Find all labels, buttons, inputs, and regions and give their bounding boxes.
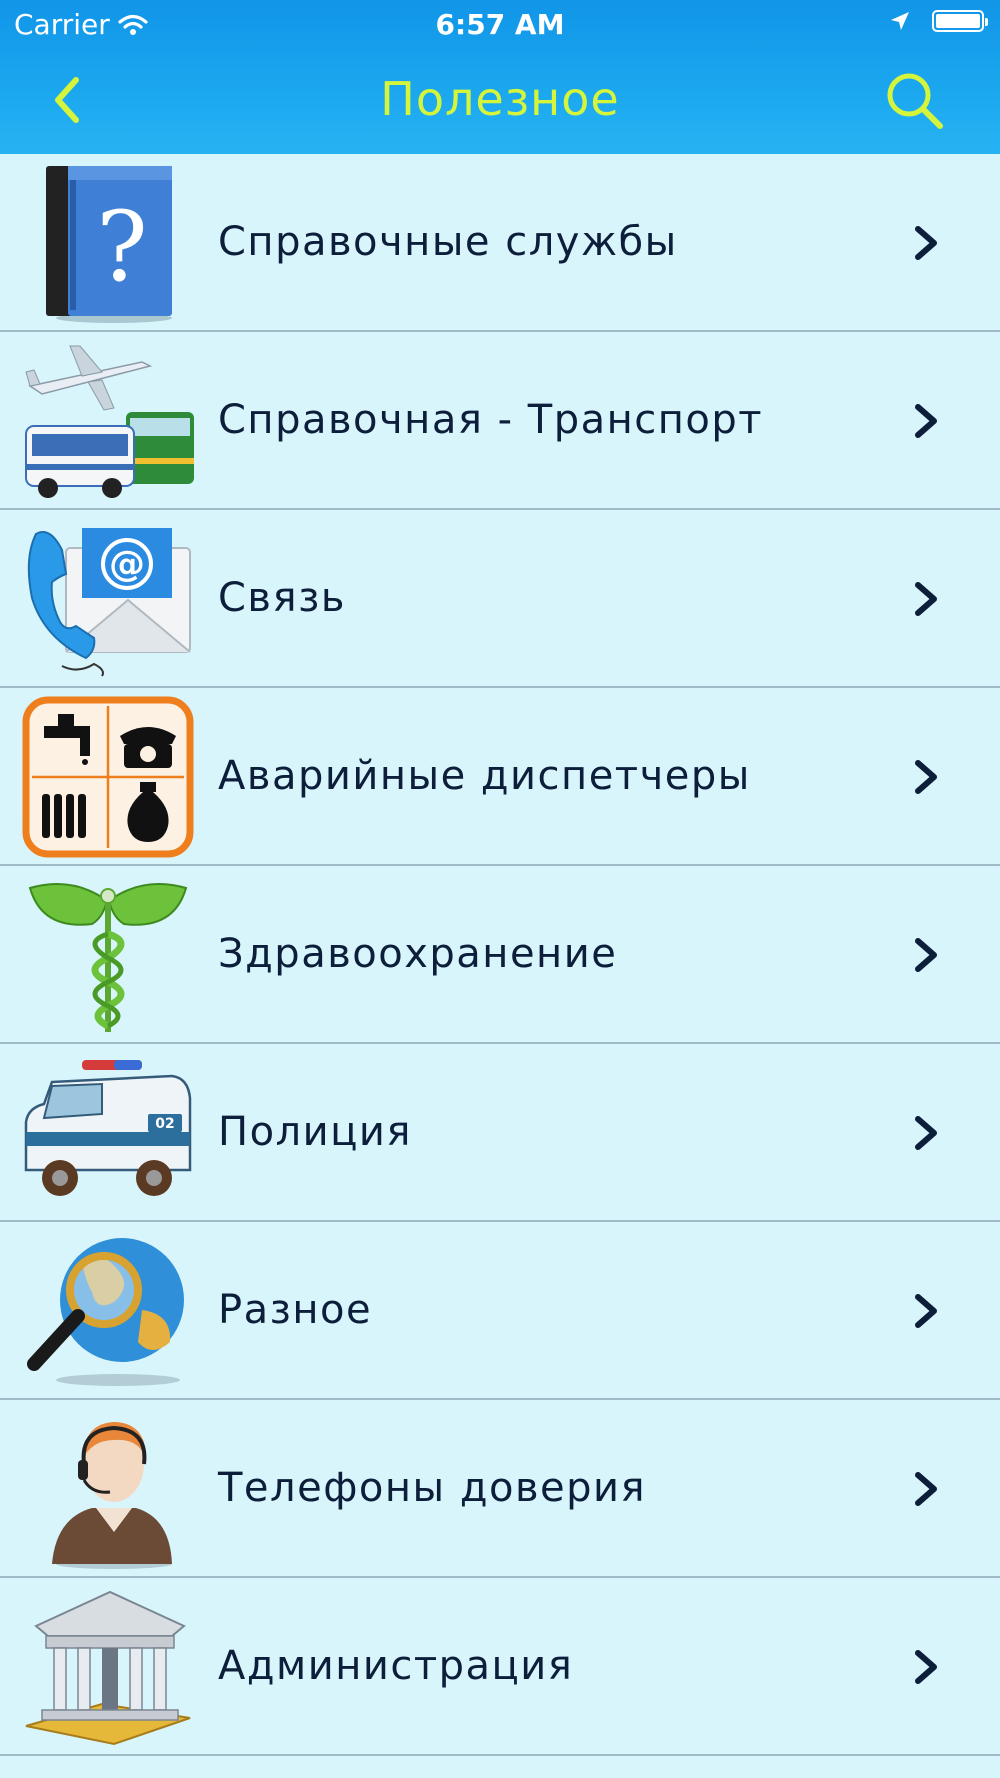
chevron-right-icon	[915, 938, 937, 972]
help-book-icon: ?	[46, 166, 172, 323]
status-time: 6:57 AM	[435, 8, 565, 41]
list-item-police[interactable]: 02 Полиция	[0, 1044, 1000, 1222]
list-item-label: Связь	[218, 575, 346, 621]
government-building-icon	[25, 1590, 191, 1746]
chevron-right-icon	[915, 1294, 937, 1328]
search-button[interactable]	[884, 70, 946, 132]
list-item-label: Справочная - Транспорт	[218, 397, 764, 443]
svg-text:02: 02	[155, 1116, 174, 1132]
list-item-administration[interactable]: Администрация	[0, 1578, 1000, 1756]
police-car-icon: 02	[24, 1060, 192, 1196]
svg-text:?: ?	[96, 191, 147, 303]
status-right	[890, 10, 988, 32]
list-item-label: Справочные службы	[218, 219, 678, 265]
globe-magnifier-icon	[27, 1238, 184, 1386]
battery-icon	[932, 10, 988, 32]
list-item-transport[interactable]: Справочная - Транспорт	[0, 332, 1000, 510]
chevron-right-icon	[915, 760, 937, 794]
page-title: Полезное	[380, 72, 620, 126]
chevron-right-icon	[915, 1472, 937, 1506]
chevron-right-icon	[915, 1650, 937, 1684]
chevron-right-icon	[915, 582, 937, 616]
operator-icon	[52, 1422, 172, 1569]
list-item-label: Администрация	[218, 1643, 574, 1689]
location-arrow-icon	[891, 12, 909, 30]
list-item-help-services[interactable]: ? Справочные службы	[0, 154, 1000, 332]
chevron-right-icon	[915, 226, 937, 260]
list-item-communication[interactable]: @ Связь	[0, 510, 1000, 688]
list-item-label: Телефоны доверия	[218, 1465, 647, 1511]
chevron-right-icon	[915, 404, 937, 438]
transport-icon	[25, 345, 194, 498]
list-item-helplines[interactable]: Телефоны доверия	[0, 1400, 1000, 1578]
chevron-right-icon	[915, 1116, 937, 1150]
top-bar: Carrier 6:57 AM Полезное	[0, 0, 1000, 154]
list-item-emergency-dispatchers[interactable]: Аварийные диспетчеры	[0, 688, 1000, 866]
list-item-healthcare[interactable]: Здравоохранение	[0, 866, 1000, 1044]
utilities-icon	[22, 696, 194, 858]
list-item-label: Полиция	[218, 1109, 412, 1155]
navigation-bar: Полезное	[0, 50, 1000, 154]
list-item-label: Здравоохранение	[218, 931, 618, 977]
list-item-label: Аварийные диспетчеры	[218, 753, 751, 799]
phone-mail-icon: @	[27, 528, 191, 677]
list-item-label: Разное	[218, 1287, 373, 1333]
status-bar: Carrier 6:57 AM	[0, 0, 1000, 50]
list-item-misc[interactable]: Разное	[0, 1222, 1000, 1400]
caduceus-icon	[28, 883, 188, 1032]
menu-list: ? Справочные службы Справочная - Транспо…	[0, 154, 1000, 1756]
svg-text:@: @	[109, 544, 145, 585]
